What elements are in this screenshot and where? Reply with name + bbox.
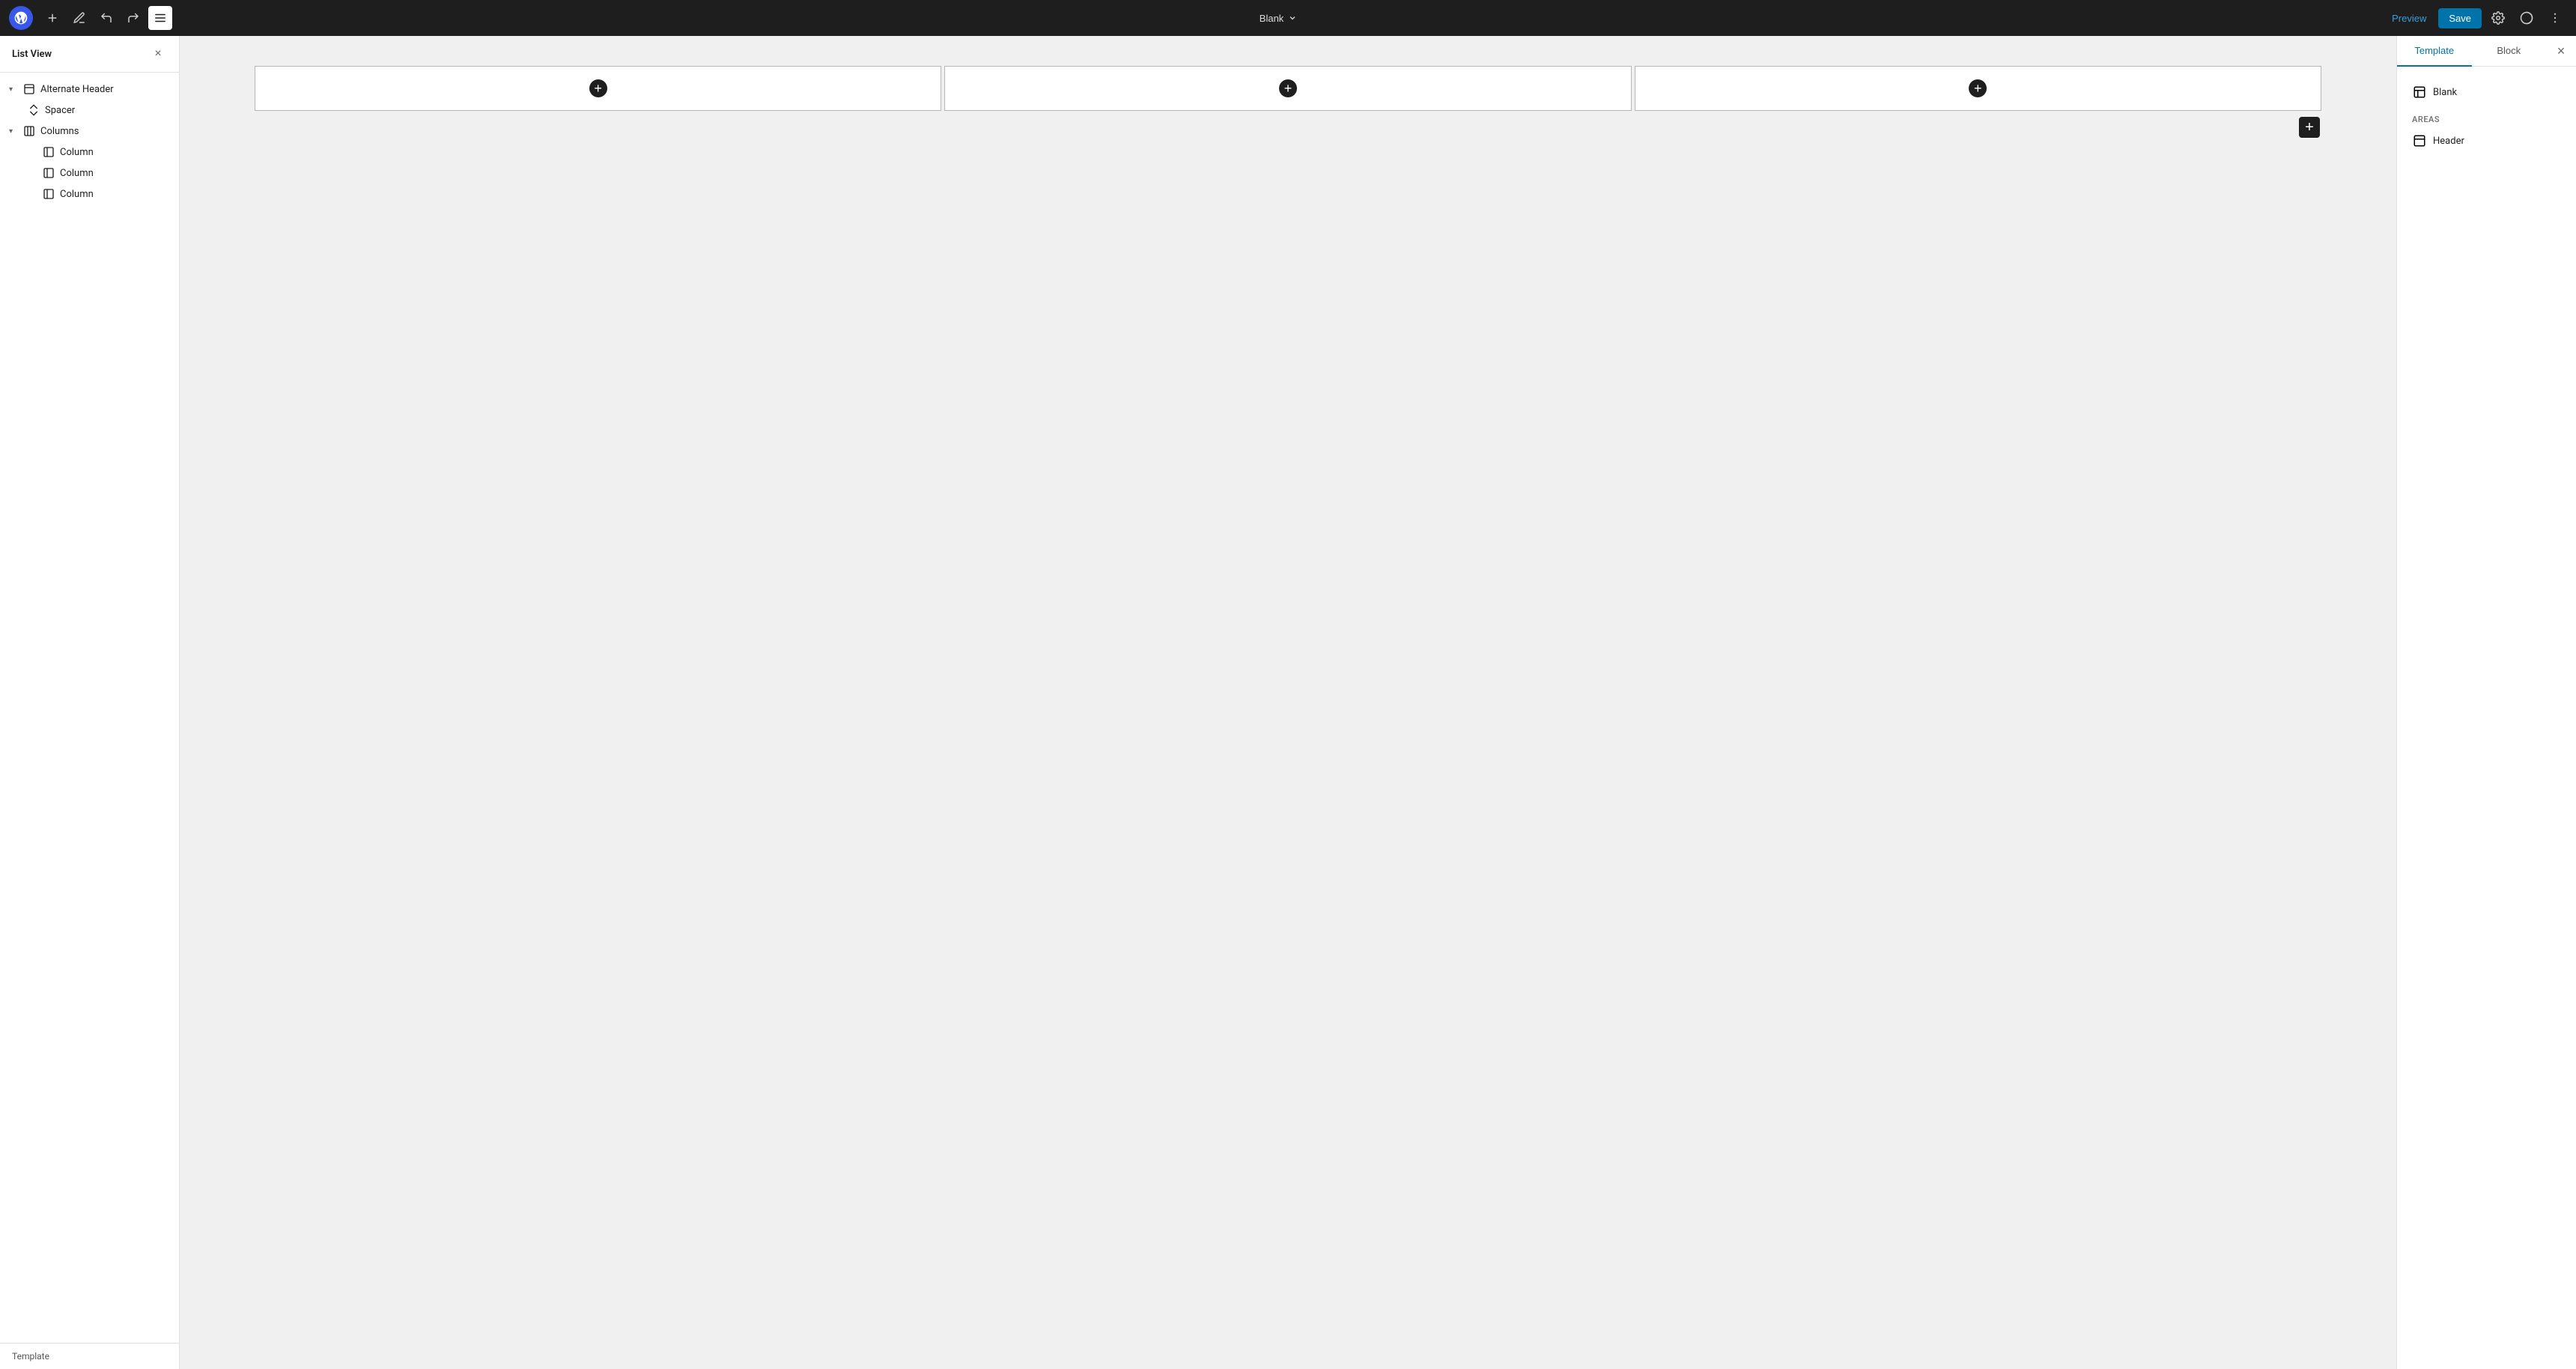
tab-template[interactable]: Template (2397, 36, 2472, 67)
add-block-column-3-button[interactable]: + (1969, 79, 1987, 97)
spacer-label: Spacer (45, 105, 75, 116)
right-panel-tabs: Template Block × (2397, 36, 2576, 67)
toolbar-center: Blank (175, 8, 2381, 28)
canvas-inner: + + + + (180, 36, 2396, 1369)
tree-item-column-3[interactable]: Column (0, 183, 179, 204)
chevron-down-icon: ▾ (9, 127, 18, 136)
main-layout: List View × ▾ Alternate Header Spacer (0, 36, 2576, 1369)
toolbar-right: Preview Save (2384, 6, 2567, 30)
preview-button[interactable]: Preview (2384, 8, 2434, 28)
tree-content: ▾ Alternate Header Spacer ▾ Columns (0, 73, 179, 1343)
columns-icon (22, 124, 36, 138)
list-view-header: List View × (0, 36, 179, 73)
template-blank-item[interactable]: Blank (2409, 79, 2564, 106)
right-panel-content: Blank AREAS Header (2397, 67, 2576, 1369)
document-title-button[interactable]: Blank (1252, 8, 1305, 28)
tree-item-column-1[interactable]: Column (0, 142, 179, 163)
template-icon (2412, 85, 2427, 100)
list-view-button[interactable] (148, 6, 172, 30)
add-row-container: + (255, 111, 2321, 138)
wordpress-logo[interactable] (9, 6, 33, 30)
column-icon (42, 145, 55, 159)
right-panel-close-button[interactable]: × (2549, 39, 2573, 63)
tree-item-column-2[interactable]: Column (0, 163, 179, 183)
column-1-label: Column (60, 147, 94, 158)
areas-section-label: AREAS (2409, 106, 2564, 127)
column-2-label: Column (60, 168, 94, 179)
list-view-title: List View (12, 49, 52, 60)
undo-button[interactable] (94, 6, 118, 30)
tree-item-spacer[interactable]: Spacer (0, 100, 179, 121)
tree-item-alternate-header[interactable]: ▾ Alternate Header (0, 79, 179, 100)
toolbar: Blank Preview Save (0, 0, 2576, 36)
right-panel: Template Block × Blank AREAS Header (2396, 36, 2576, 1369)
add-block-column-1-button[interactable]: + (589, 79, 607, 97)
column-block-1[interactable]: + (255, 66, 941, 111)
column-block-3[interactable]: + (1635, 66, 2321, 111)
chevron-down-icon: ▾ (9, 85, 18, 94)
spacer-icon (27, 103, 40, 117)
list-view-footer: Template (0, 1343, 179, 1369)
list-view-close-button[interactable]: × (149, 45, 167, 63)
redo-button[interactable] (121, 6, 145, 30)
save-button[interactable]: Save (2438, 8, 2482, 28)
add-row-button[interactable]: + (2299, 117, 2320, 138)
columns-label: Columns (40, 126, 79, 137)
header-area-item[interactable]: Header (2409, 127, 2564, 154)
column-icon (42, 166, 55, 180)
footer-label: Template (12, 1351, 49, 1362)
column-3-label: Column (60, 189, 94, 200)
settings-button[interactable] (2486, 6, 2510, 30)
column-icon (42, 187, 55, 201)
more-options-button[interactable] (2543, 6, 2567, 30)
tools-button[interactable] (67, 6, 91, 30)
template-blank-label: Blank (2433, 87, 2457, 98)
header-area-label: Header (2433, 136, 2464, 147)
columns-container: + + + (255, 66, 2321, 111)
header-icon (22, 82, 36, 96)
tree-item-columns[interactable]: ▾ Columns (0, 121, 179, 142)
add-block-column-2-button[interactable]: + (1279, 79, 1297, 97)
list-view-panel: List View × ▾ Alternate Header Spacer (0, 36, 180, 1369)
add-block-button[interactable] (40, 6, 64, 30)
alternate-header-label: Alternate Header (40, 84, 114, 95)
document-title-label: Blank (1260, 13, 1284, 24)
canvas-area: + + + + (180, 36, 2396, 1369)
appearance-button[interactable] (2515, 6, 2539, 30)
tab-block[interactable]: Block (2472, 36, 2547, 67)
column-block-2[interactable]: + (944, 66, 1631, 111)
header-area-icon (2412, 133, 2427, 148)
